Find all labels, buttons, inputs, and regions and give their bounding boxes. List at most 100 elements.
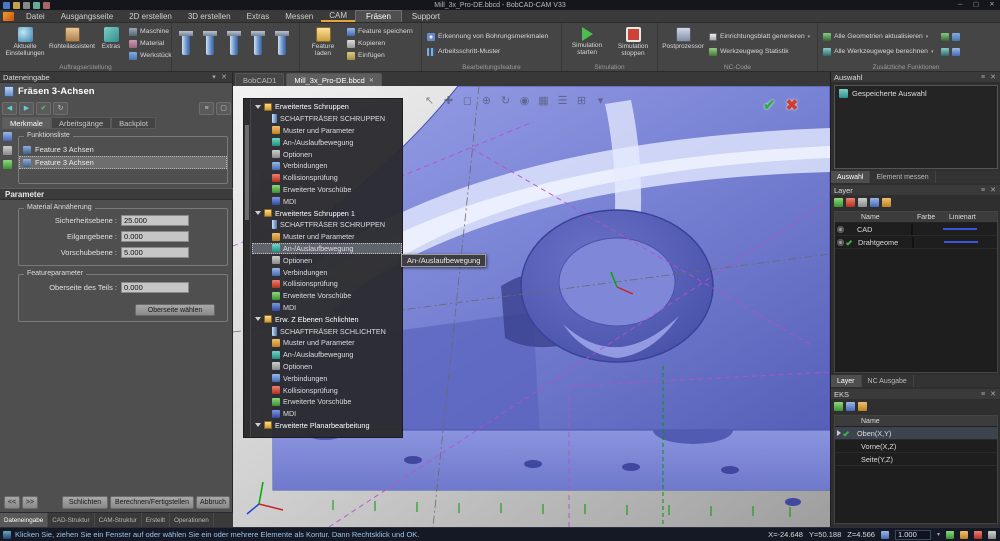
doc-tab-mill3x[interactable]: Mill_3x_Pro-DE.bbcd✕ <box>286 73 381 86</box>
menu-3d-erstellen[interactable]: 3D erstellen <box>180 10 239 22</box>
back-button[interactable]: ◀ <box>2 102 17 115</box>
units-toggle-icon[interactable] <box>988 531 996 539</box>
layer-options-icon[interactable] <box>858 198 867 207</box>
postprozessor-button[interactable]: Postprozessor <box>661 25 705 62</box>
linetype-sample[interactable] <box>943 228 977 230</box>
tree-item[interactable]: Optionen <box>252 361 402 373</box>
tree-item[interactable]: SCHAFTFRÄSER SCHRUPPEN <box>252 113 402 125</box>
eilgangebene-input[interactable] <box>121 231 189 242</box>
tree-item[interactable]: Verbindungen <box>252 372 402 384</box>
tab-erstellt[interactable]: Erstellt <box>142 513 170 527</box>
saved-selection-item[interactable]: Gespeicherte Auswahl <box>835 86 997 101</box>
nav-back-button[interactable]: << <box>4 496 20 509</box>
menu-datei[interactable]: Datei <box>18 10 53 22</box>
ortho-toggle-icon[interactable] <box>960 531 968 539</box>
tree-item[interactable]: Kollisionsprüfung <box>252 384 402 396</box>
app-logo-icon[interactable] <box>3 12 14 21</box>
pin-icon[interactable]: ▾ <box>209 73 219 81</box>
close-icon[interactable]: ✕ <box>988 390 998 398</box>
tree-item[interactable]: MDI <box>252 408 402 420</box>
tree-item-selected[interactable]: An-/Auslaufbewegung <box>252 243 402 255</box>
linetype-sample[interactable] <box>944 241 978 243</box>
layers-icon[interactable]: ☰ <box>556 94 569 107</box>
tool-button-1[interactable] <box>175 25 197 65</box>
column-header[interactable]: Farbe <box>915 214 947 221</box>
close-button[interactable]: ✕ <box>984 0 1000 10</box>
extras-button[interactable]: Extras <box>97 25 125 62</box>
list-icon[interactable] <box>3 160 12 169</box>
tree-item[interactable]: SCHAFTFRÄSER SCHRUPPEN <box>252 219 402 231</box>
tab-backplot[interactable]: Backplot <box>111 117 156 129</box>
tree-item[interactable]: SCHAFTFRÄSER SCHLICHTEN <box>252 325 402 337</box>
undo-icon[interactable] <box>23 2 30 9</box>
color-swatch[interactable] <box>912 237 914 248</box>
tree-scrollbar[interactable] <box>244 99 251 437</box>
close-icon[interactable]: ✕ <box>988 73 998 81</box>
menu-icon[interactable]: ≡ <box>978 187 988 194</box>
tree-group[interactable]: Erweiterte Planarbearbeitung <box>252 420 402 432</box>
column-header[interactable]: Name <box>859 214 915 221</box>
tab-cad-struktur[interactable]: CAD-Struktur <box>48 513 94 527</box>
werkzeugweg-statistik-button[interactable]: Werkzeugweg Statistik <box>707 46 812 57</box>
rotate-icon[interactable]: ↻ <box>499 94 512 107</box>
redo-icon[interactable] <box>33 2 40 9</box>
save-icon[interactable] <box>3 2 10 9</box>
snap-icon[interactable] <box>881 531 889 539</box>
pan-icon[interactable]: ✚ <box>442 94 455 107</box>
tree-item[interactable]: Kollisionsprüfung <box>252 172 402 184</box>
add-layer-icon[interactable] <box>834 198 843 207</box>
tree-item[interactable]: MDI <box>252 195 402 207</box>
werkstueck-button[interactable]: Werkstück <box>127 50 174 61</box>
tab-cam-struktur[interactable]: CAM-Struktur <box>95 513 142 527</box>
eye-icon[interactable] <box>837 239 844 246</box>
material-button[interactable]: Material <box>127 38 174 49</box>
arbeitsschritt-muster-button[interactable]: Arbeitsschritt-Muster <box>425 46 550 57</box>
tree-item[interactable]: Muster und Parameter <box>252 231 402 243</box>
maximize-button[interactable]: ▢ <box>968 0 984 10</box>
column-header[interactable]: Name <box>859 418 880 425</box>
apply-button[interactable]: ✔ <box>36 102 51 115</box>
cad-model-canvas[interactable]: ↖ ✚ ◻ ⊕ ↻ ◉ ▦ ☰ ⊞ ▾ ✔ ✖ Erweitertes Schr… <box>233 86 830 527</box>
einfuegen-button[interactable]: Einfügen <box>345 50 415 61</box>
layer-current-icon[interactable] <box>882 198 891 207</box>
layer-visibility-icon[interactable] <box>870 198 879 207</box>
bohrungserkennung-button[interactable]: Erkennung von Bohrungsmerkmalen <box>425 31 550 42</box>
rohteilassistent-button[interactable]: Rohteilassistent <box>49 25 95 62</box>
oberseite-input[interactable] <box>121 282 189 293</box>
tab-arbeitsgaenge[interactable]: Arbeitsgänge <box>51 117 111 129</box>
delete-layer-icon[interactable] <box>846 198 855 207</box>
menu-ausgangsseite[interactable]: Ausgangsseite <box>53 10 121 22</box>
grid-toggle-icon[interactable] <box>946 531 954 539</box>
shading-icon[interactable]: ▦ <box>537 94 550 107</box>
cancel-cross-button[interactable]: ✖ <box>786 96 799 114</box>
tab-auswahl[interactable]: Auswahl <box>831 171 870 183</box>
tree-item[interactable]: An-/Auslaufbewegung <box>252 136 402 148</box>
tree-item[interactable]: Erweiterte Vorschübe <box>252 396 402 408</box>
tree-item[interactable]: Kollisionsprüfung <box>252 278 402 290</box>
werkzeugwege-berechnen-button[interactable]: Alle Werkzeugwege berechnen▾ <box>821 46 935 57</box>
tree-item[interactable]: MDI <box>252 302 402 314</box>
table-row[interactable]: Vorne(X,Z) <box>835 440 997 453</box>
print-icon[interactable] <box>43 2 50 9</box>
einrichtungsblatt-button[interactable]: Einrichtungsblatt generieren▾ <box>707 31 812 42</box>
tool-button-5[interactable] <box>271 25 293 65</box>
add-wcs-icon[interactable] <box>834 402 843 411</box>
zoom-extents-icon[interactable]: ⊕ <box>480 94 493 107</box>
menu-cam[interactable]: CAM <box>321 10 355 22</box>
color-swatch[interactable] <box>911 224 913 235</box>
eye-icon[interactable] <box>837 226 844 233</box>
tree-group[interactable]: Erweitertes Schruppen 1 <box>252 207 402 219</box>
nav-forward-button[interactable]: >> <box>22 496 38 509</box>
tree-item[interactable]: Optionen <box>252 148 402 160</box>
doc-icon[interactable] <box>3 132 12 141</box>
view-sphere-icon[interactable]: ◉ <box>518 94 531 107</box>
menu-2d-erstellen[interactable]: 2D erstellen <box>121 10 180 22</box>
menu-icon[interactable]: ≡ <box>978 391 988 398</box>
tree-item[interactable]: An-/Auslaufbewegung <box>252 349 402 361</box>
geometrien-aktualisieren-button[interactable]: Alle Geometrien aktualisieren▾ <box>821 31 935 42</box>
tab-nc-ausgabe[interactable]: NC Ausgabe <box>862 375 914 387</box>
doc-tab-bobcad1[interactable]: BobCAD1 <box>235 73 284 86</box>
feature-laden-button[interactable]: Feature laden <box>303 25 343 62</box>
tab-element-messen[interactable]: Element messen <box>870 171 935 183</box>
tab-support[interactable]: Support <box>402 10 450 22</box>
